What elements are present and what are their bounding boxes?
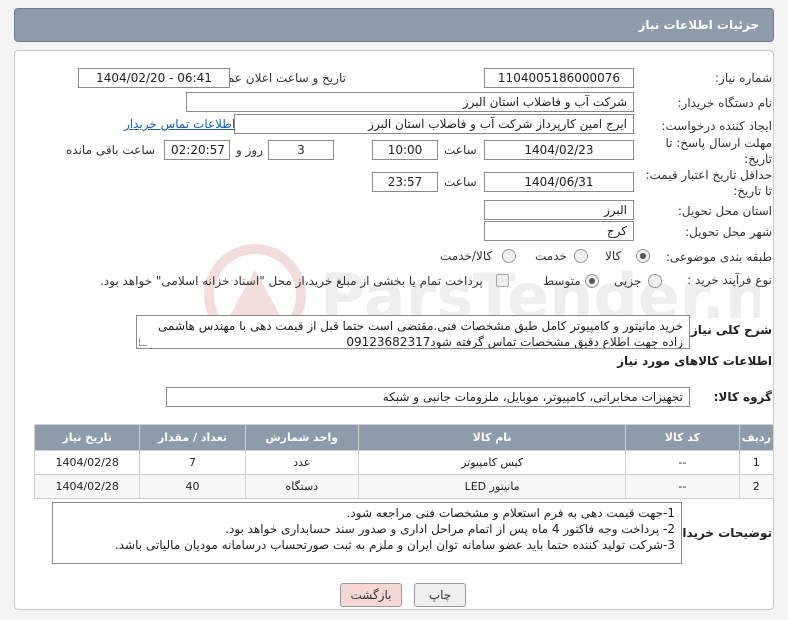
city-label: شهر محل تحویل: — [685, 225, 772, 239]
province-label: استان محل تحویل: — [677, 204, 772, 218]
buyer-org-label: نام دستگاه خریدار: — [677, 96, 773, 110]
buyer-note-line: 1-جهت قیمت دهی به فرم استعلام و مشخصات ف… — [346, 506, 675, 520]
treasury-payment-note: پرداخت تمام یا بخشی از مبلغ خرید،از محل … — [100, 274, 483, 288]
creator-field: ایرج امین کارپرداز شرکت آب و فاضلاب استا… — [234, 114, 634, 134]
province-field: البرز — [484, 200, 634, 220]
need-number-field: 1104005186000076 — [484, 68, 634, 88]
process-option-medium: متوسط — [543, 274, 581, 288]
goods-table-header: ردیف کد کالا نام کالا واحد شمارش تعداد /… — [33, 424, 775, 451]
category-radio-goods[interactable] — [636, 249, 650, 263]
cell-qty: 7 — [139, 450, 246, 475]
cell-code: -- — [625, 474, 740, 499]
col-name: نام کالا — [357, 424, 627, 451]
description-textarea: خرید مانیتور و کامپیوتر کامل طبق مشخصات … — [136, 315, 690, 349]
back-button[interactable]: بازگشت — [340, 583, 402, 607]
col-date: تاریخ نیاز — [33, 424, 141, 451]
deadline-time-field: 10:00 — [372, 140, 438, 160]
description-label: شرح کلی نیاز: — [686, 323, 772, 337]
page: جزئیات اطلاعات نیاز ParsTender.net شماره… — [0, 0, 788, 620]
remaining-label: ساعت باقی مانده — [66, 143, 156, 157]
print-button[interactable]: چاپ — [414, 583, 466, 607]
resize-grip-icon[interactable] — [139, 338, 147, 346]
page-title: جزئیات اطلاعات نیاز — [638, 18, 759, 32]
validity-label-2: تا تاریخ: — [733, 184, 772, 198]
category-radio-service[interactable] — [574, 249, 588, 263]
buyer-contact-link[interactable]: اطلاعات تماس خریدار — [124, 117, 235, 131]
description-text: خرید مانیتور و کامپیوتر کامل طبق مشخصات … — [158, 319, 683, 349]
buyer-note-line: 2- پرداخت وجه فاکتور 4 ماه پس از اتمام م… — [225, 522, 675, 536]
city-field: کرج — [484, 221, 634, 241]
goods-group-label: گروه کالا: — [713, 390, 772, 404]
buyer-notes-box: 1-جهت قیمت دهی به فرم استعلام و مشخصات ف… — [52, 502, 682, 564]
deadline-label-2: تاریخ: — [744, 152, 772, 166]
cell-name: کیس کامپیوتر — [357, 450, 627, 475]
col-qty: تعداد / مقدار — [139, 424, 246, 451]
validity-time-label: ساعت — [444, 175, 477, 189]
process-label: نوع فرآیند خرید : — [687, 273, 772, 287]
page-header: جزئیات اطلاعات نیاز — [14, 8, 774, 42]
cell-row: 2 — [738, 474, 775, 499]
col-unit: واحد شمارش — [244, 424, 359, 451]
announce-field: 1404/02/20 - 06:41 — [78, 68, 230, 88]
deadline-label: مهلت ارسال پاسخ: تا — [665, 136, 772, 150]
cell-date: 1404/02/28 — [33, 474, 141, 499]
category-option-goods: کالا — [605, 249, 622, 263]
remaining-time-field: 02:20:57 — [164, 140, 230, 160]
buyer-notes-label: توضیحات خریدار: — [670, 526, 772, 540]
goods-table: ردیف کد کالا نام کالا واحد شمارش تعداد /… — [33, 424, 775, 499]
category-radio-both[interactable] — [502, 249, 516, 263]
creator-label: ایجاد کننده درخواست: — [661, 119, 772, 133]
validity-label: حداقل تاریخ اعتبار قیمت: — [645, 168, 772, 182]
days-label: روز و — [236, 143, 263, 157]
treasury-payment-checkbox[interactable] — [496, 274, 509, 287]
process-radio-medium[interactable] — [585, 274, 599, 288]
category-option-service: خدمت — [535, 249, 567, 263]
goods-section-title: اطلاعات کالاهای مورد نیاز — [617, 354, 772, 368]
deadline-time-label: ساعت — [444, 143, 477, 157]
validity-date-field: 1404/06/31 — [484, 172, 634, 192]
validity-time-field: 23:57 — [372, 172, 438, 192]
buyer-note-line: 3-شرکت تولید کننده حتما باید عضو سامانه … — [114, 538, 675, 552]
buyer-org-field: شرکت آب و فاضلاب استان البرز — [186, 92, 634, 112]
col-row: ردیف — [738, 424, 775, 451]
cell-date: 1404/02/28 — [33, 450, 141, 475]
table-row: 2 -- مانیتور LED دستگاه 40 1404/02/28 — [33, 474, 775, 499]
col-code: کد کالا — [625, 424, 740, 451]
cell-row: 1 — [738, 450, 775, 475]
category-option-both: کالا/خدمت — [440, 249, 493, 263]
table-row: 1 -- کیس کامپیوتر عدد 7 1404/02/28 — [33, 450, 775, 475]
cell-code: -- — [625, 450, 740, 475]
need-number-label: شماره نیاز: — [715, 71, 772, 85]
deadline-date-field: 1404/02/23 — [484, 140, 634, 160]
cell-qty: 40 — [139, 474, 246, 499]
category-label: طبقه بندی موضوعی: — [665, 250, 772, 264]
cell-unit: دستگاه — [244, 474, 359, 499]
cell-unit: عدد — [244, 450, 359, 475]
cell-name: مانیتور LED — [357, 474, 627, 499]
goods-group-field: تجهیزات مخابراتی، کامپیوتر، موبایل، ملزو… — [166, 387, 690, 407]
days-field: 3 — [268, 140, 334, 160]
process-option-minor: جزیی — [614, 274, 642, 288]
process-radio-minor[interactable] — [648, 274, 662, 288]
